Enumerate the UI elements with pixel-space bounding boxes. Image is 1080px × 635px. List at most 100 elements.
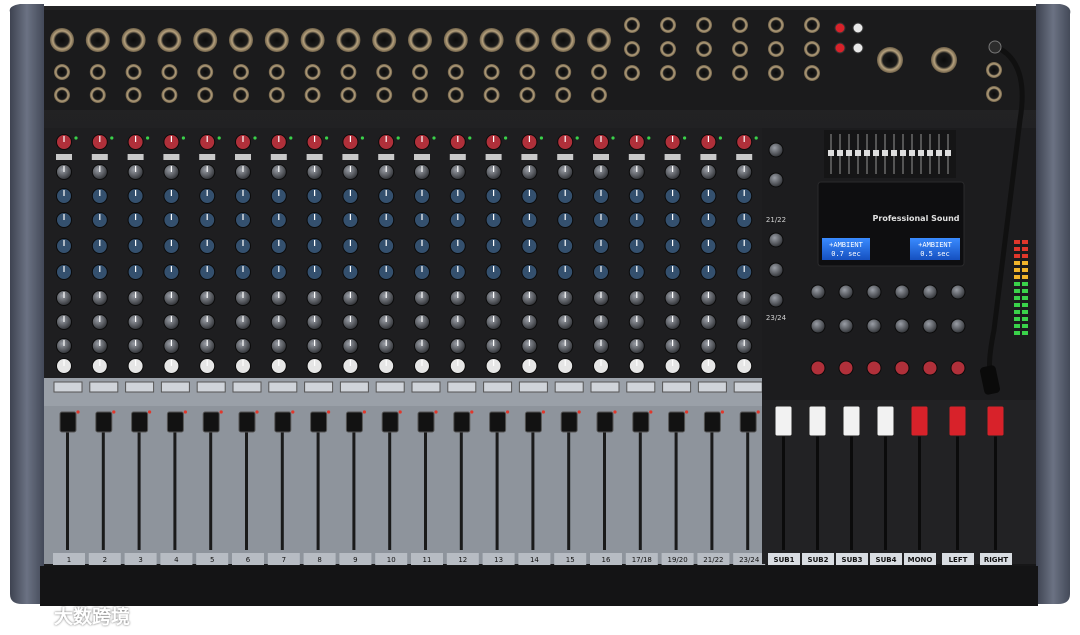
master-knob[interactable] — [838, 318, 854, 334]
insert-jack[interactable] — [519, 87, 536, 103]
master-knob[interactable] — [894, 284, 910, 300]
mute-button[interactable] — [125, 381, 155, 393]
insert-jack[interactable] — [483, 87, 500, 103]
main-out-right-xlr[interactable] — [931, 47, 957, 73]
mute-button[interactable] — [662, 381, 692, 393]
line-input-jack[interactable] — [412, 64, 428, 80]
stereo-input-jack[interactable] — [696, 65, 712, 81]
insert-jack[interactable] — [591, 87, 607, 103]
return-knob[interactable] — [768, 172, 784, 188]
mute-button[interactable] — [590, 381, 620, 393]
return-knob[interactable] — [768, 142, 784, 158]
xlr-input-jack[interactable] — [587, 28, 611, 52]
line-input-jack[interactable] — [340, 64, 357, 80]
insert-jack[interactable] — [233, 87, 249, 103]
channel-fader-cap[interactable] — [345, 411, 363, 433]
line-input-jack[interactable] — [447, 64, 464, 80]
line-input-jack[interactable] — [555, 64, 572, 80]
eq-slider-cap[interactable] — [936, 150, 942, 156]
channel-fader-cap[interactable] — [238, 411, 256, 433]
switch-button[interactable] — [199, 154, 216, 160]
stereo-input-jack[interactable] — [732, 41, 748, 57]
group-fader-cap[interactable] — [808, 405, 827, 437]
line-input-jack[interactable] — [89, 64, 106, 80]
channel-fader-cap[interactable] — [632, 411, 650, 433]
line-input-jack[interactable] — [54, 64, 70, 80]
return-knob[interactable] — [768, 232, 784, 248]
xlr-input-jack[interactable] — [443, 28, 468, 52]
xlr-input-jack[interactable] — [157, 28, 182, 52]
stereo-input-jack[interactable] — [624, 41, 640, 57]
xlr-input-jack[interactable] — [264, 28, 289, 52]
mute-button[interactable] — [518, 381, 548, 393]
line-input-jack[interactable] — [591, 64, 607, 80]
xlr-input-jack[interactable] — [229, 28, 253, 52]
mute-button[interactable] — [304, 381, 334, 393]
master-knob[interactable] — [810, 360, 826, 376]
switch-button[interactable] — [593, 154, 609, 160]
eq-slider-cap[interactable] — [882, 150, 888, 156]
eq-slider-cap[interactable] — [855, 150, 861, 156]
channel-fader-cap[interactable] — [166, 411, 184, 433]
line-input-jack[interactable] — [233, 64, 249, 80]
mute-button[interactable] — [447, 381, 477, 393]
switch-button[interactable] — [700, 154, 717, 160]
stereo-input-jack[interactable] — [624, 17, 640, 33]
channel-fader-cap[interactable] — [131, 411, 149, 433]
master-knob[interactable] — [922, 284, 938, 300]
insert-jack[interactable] — [125, 87, 142, 103]
group-fader-cap[interactable] — [948, 405, 967, 437]
switch-button[interactable] — [163, 154, 180, 160]
mute-button[interactable] — [196, 381, 226, 393]
stereo-input-jack[interactable] — [624, 65, 640, 81]
stereo-input-jack[interactable] — [696, 41, 712, 57]
master-knob[interactable] — [810, 318, 826, 334]
channel-fader-cap[interactable] — [95, 411, 113, 433]
insert-jack[interactable] — [447, 87, 464, 103]
channel-fader-cap[interactable] — [59, 411, 77, 433]
xlr-input-jack[interactable] — [336, 28, 361, 52]
stereo-input-jack[interactable] — [804, 17, 820, 33]
insert-jack[interactable] — [89, 87, 106, 103]
insert-jack[interactable] — [161, 87, 178, 103]
mute-button[interactable] — [697, 381, 727, 393]
insert-jack[interactable] — [340, 87, 357, 103]
eq-slider-cap[interactable] — [837, 150, 843, 156]
mute-button[interactable] — [626, 381, 656, 393]
group-fader-cap[interactable] — [876, 405, 895, 437]
master-knob[interactable] — [894, 360, 910, 376]
switch-button[interactable] — [378, 154, 395, 160]
switch-button[interactable] — [664, 154, 681, 160]
mute-button[interactable] — [375, 381, 405, 393]
master-knob[interactable] — [950, 360, 966, 376]
master-knob[interactable] — [866, 360, 882, 376]
master-knob[interactable] — [838, 284, 854, 300]
eq-slider-cap[interactable] — [873, 150, 879, 156]
group-fader-cap[interactable] — [842, 405, 861, 437]
master-knob[interactable] — [866, 284, 882, 300]
headphone-jack[interactable] — [986, 62, 1002, 78]
insert-jack[interactable] — [304, 87, 321, 103]
group-fader-cap[interactable] — [986, 405, 1005, 437]
return-knob[interactable] — [768, 292, 784, 308]
group-fader-cap[interactable] — [774, 405, 793, 437]
master-knob[interactable] — [894, 318, 910, 334]
mute-button[interactable] — [232, 381, 262, 393]
eq-slider-cap[interactable] — [918, 150, 924, 156]
master-knob[interactable] — [950, 284, 966, 300]
channel-fader-cap[interactable] — [202, 411, 220, 433]
stereo-input-jack[interactable] — [804, 41, 820, 57]
switch-button[interactable] — [91, 154, 108, 160]
stereo-input-jack[interactable] — [732, 65, 748, 81]
stereo-input-jack[interactable] — [660, 65, 676, 81]
xlr-input-jack[interactable] — [300, 28, 325, 52]
master-knob[interactable] — [838, 360, 854, 376]
line-input-jack[interactable] — [268, 64, 285, 80]
mute-button[interactable] — [89, 381, 119, 393]
insert-jack[interactable] — [412, 87, 428, 103]
stereo-input-jack[interactable] — [804, 65, 820, 81]
channel-fader-cap[interactable] — [668, 411, 686, 433]
xlr-input-jack[interactable] — [479, 28, 504, 52]
switch-button[interactable] — [306, 154, 323, 160]
xlr-input-jack[interactable] — [121, 28, 146, 52]
